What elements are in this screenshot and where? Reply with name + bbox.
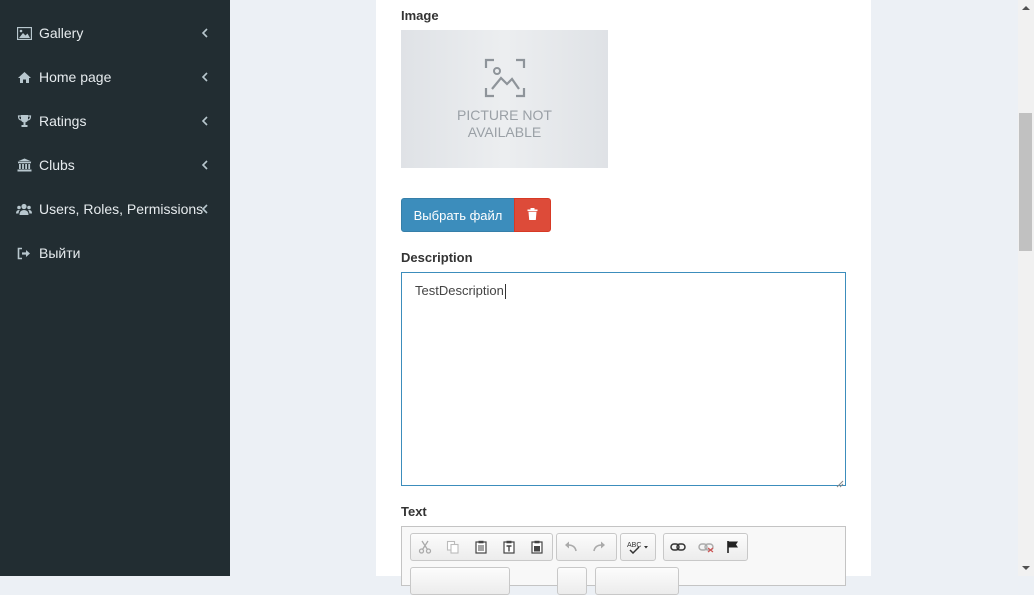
paste-icon[interactable] xyxy=(467,534,495,560)
trophy-icon xyxy=(16,113,32,129)
delete-image-button[interactable] xyxy=(514,198,551,232)
toolbar-group-row2b xyxy=(557,567,587,595)
paste-word-icon[interactable] xyxy=(523,534,551,560)
scroll-down-icon[interactable] xyxy=(1018,560,1034,576)
placeholder-text-line2: AVAILABLE xyxy=(467,123,542,140)
paste-text-icon[interactable] xyxy=(495,534,523,560)
chevron-left-icon xyxy=(198,70,212,84)
scrollbar-thumb[interactable] xyxy=(1019,113,1032,251)
unlink-icon[interactable] xyxy=(692,534,720,560)
sidebar-item-home-page[interactable]: Home page xyxy=(0,55,230,99)
picture-icon xyxy=(484,58,526,101)
bank-icon xyxy=(16,157,32,173)
scroll-up-icon[interactable] xyxy=(1018,0,1034,16)
cut-icon[interactable] xyxy=(411,534,439,560)
image-icon xyxy=(16,25,32,41)
toolbar-group-row2c xyxy=(595,567,679,595)
image-label: Image xyxy=(401,8,439,23)
trash-icon xyxy=(527,207,538,223)
undo-icon[interactable] xyxy=(557,534,585,560)
placeholder-text-line1: PICTURE NOT xyxy=(457,106,552,123)
toolbar-group-spellcheck: ABC xyxy=(620,533,656,561)
toolbar-group-history xyxy=(556,533,617,561)
chevron-left-icon xyxy=(198,26,212,40)
description-value: TestDescription xyxy=(415,283,504,298)
description-field[interactable]: TestDescription xyxy=(401,272,846,488)
sidebar-item-logout[interactable]: Выйти xyxy=(0,231,230,275)
anchor-icon[interactable] xyxy=(719,534,747,560)
toolbar-group-clipboard xyxy=(410,533,553,561)
chevron-left-icon xyxy=(198,158,212,172)
toolbar-group-row2a xyxy=(410,567,510,595)
choose-file-button[interactable]: Выбрать файл xyxy=(401,198,515,232)
sidebar-item-label: Users, Roles, Permissions xyxy=(39,201,204,217)
sidebar-item-gallery[interactable]: Gallery xyxy=(0,11,230,55)
chevron-left-icon xyxy=(198,202,212,216)
copy-icon[interactable] xyxy=(439,534,467,560)
text-caret xyxy=(504,284,506,300)
redo-icon[interactable] xyxy=(585,534,613,560)
sign-out-icon xyxy=(16,245,32,261)
description-label: Description xyxy=(401,250,473,265)
sidebar-item-ratings[interactable]: Ratings xyxy=(0,99,230,143)
sidebar-item-label: Ratings xyxy=(39,113,87,129)
sidebar-item-clubs[interactable]: Clubs xyxy=(0,143,230,187)
rich-text-editor[interactable]: ABC xyxy=(401,526,846,595)
svg-text:ABC: ABC xyxy=(627,542,641,549)
toolbar-group-links xyxy=(663,533,748,561)
page-scrollbar[interactable] xyxy=(1018,0,1034,576)
sidebar-item-users-roles-permissions[interactable]: Users, Roles, Permissions xyxy=(0,187,230,231)
sidebar-item-label: Clubs xyxy=(39,157,75,173)
sidebar-item-label: Home page xyxy=(39,69,112,85)
image-preview: PICTURE NOT AVAILABLE xyxy=(401,30,608,168)
sidebar: Gallery Home page Ratings Clubs Users, R… xyxy=(0,0,230,576)
resize-handle-icon[interactable] xyxy=(836,476,844,488)
home-icon xyxy=(16,69,32,85)
spellcheck-icon[interactable]: ABC xyxy=(621,534,655,560)
sidebar-item-label: Gallery xyxy=(39,25,84,41)
users-icon xyxy=(16,201,32,217)
chevron-left-icon xyxy=(198,114,212,128)
text-label: Text xyxy=(401,504,427,519)
sidebar-item-label: Выйти xyxy=(39,245,81,261)
link-icon[interactable] xyxy=(664,534,692,560)
